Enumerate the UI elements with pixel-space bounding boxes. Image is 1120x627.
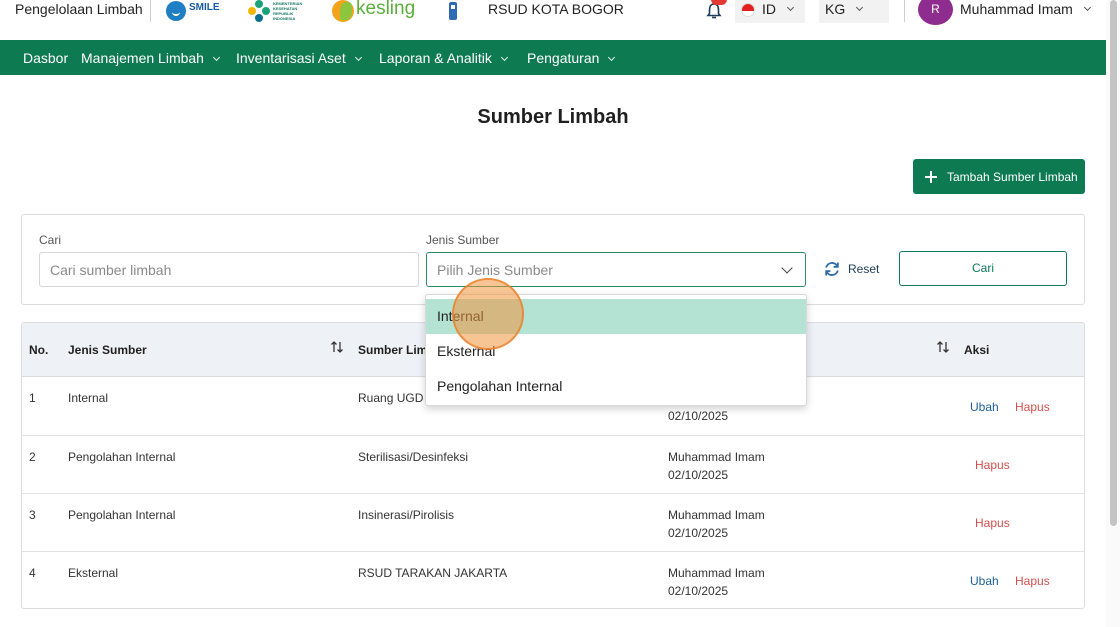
cell-sumber-limbah: Ruang UGD — [358, 391, 424, 405]
source-type-dropdown: Internal Eksternal Pengolahan Internal — [425, 294, 807, 406]
page-root: Pengelolaan Limbah SMILE KEMENTERIAN KES… — [0, 0, 1120, 627]
scrollbar-thumb[interactable] — [1110, 0, 1117, 526]
source-type-select[interactable]: Pilih Jenis Sumber — [426, 252, 806, 287]
delete-button[interactable]: Hapus — [975, 458, 1010, 472]
header-divider — [150, 0, 151, 22]
nav-item-manajemen-limbah[interactable]: Manajemen Limbah — [81, 50, 221, 66]
kesling-logo: kesling — [332, 0, 415, 22]
plus-icon — [925, 170, 937, 183]
nav-item-inventarisasi-aset[interactable]: Inventarisasi Aset — [236, 50, 362, 66]
chevron-down-icon — [500, 53, 508, 62]
hospital-name: RSUD KOTA BOGOR — [488, 1, 624, 17]
dropdown-option-pengolahan-internal[interactable]: Pengolahan Internal — [426, 369, 806, 404]
rsud-logo — [449, 0, 457, 22]
kesling-logo-icon — [332, 0, 354, 22]
cell-jenis-sumber: Pengolahan Internal — [68, 508, 176, 522]
indonesia-flag-icon — [741, 3, 755, 17]
language-selector[interactable]: ID — [735, 0, 805, 23]
reset-button[interactable]: Reset — [823, 258, 879, 280]
table-row: 4 Eksternal RSUD TARAKAN JAKARTA Muhamma… — [22, 552, 1084, 608]
top-header: Pengelolaan Limbah SMILE KEMENTERIAN KES… — [0, 0, 1106, 40]
unit-value: KG — [825, 1, 864, 17]
nav-item-laporan-analitik[interactable]: Laporan & Analitik — [379, 50, 508, 66]
column-header-sumber-limbah: Sumber Limb — [358, 343, 435, 357]
cell-jenis-sumber: Internal — [68, 391, 109, 405]
delete-button[interactable]: Hapus — [975, 516, 1010, 530]
cell-user: Muhammad Imam — [668, 566, 765, 580]
column-header-jenis-sumber: Jenis Sumber — [68, 343, 147, 357]
edit-button[interactable]: Ubah — [970, 574, 999, 588]
header-divider — [904, 0, 905, 22]
column-header-aksi: Aksi — [964, 343, 990, 357]
cell-date: 02/10/2025 — [668, 468, 729, 482]
table-row: 3 Pengolahan Internal Insinerasi/Pirolis… — [22, 494, 1084, 552]
chevron-down-icon — [856, 3, 864, 12]
kemenkes-logo: KEMENTERIAN KESEHATAN REPUBLIK INDONESIA — [248, 0, 303, 22]
cell-sumber-limbah: RSUD TARAKAN JAKARTA — [358, 566, 508, 580]
language-value: ID — [762, 1, 794, 17]
rsud-logo-icon — [449, 2, 457, 20]
notification-badge — [711, 0, 727, 5]
cell-no: 3 — [29, 508, 36, 522]
delete-button[interactable]: Hapus — [1015, 574, 1050, 588]
kesling-logo-text: kesling — [356, 0, 416, 19]
kemenkes-logo-icon — [248, 0, 270, 22]
main-nav: Dasbor Manajemen Limbah Inventarisasi As… — [0, 40, 1106, 75]
app-title: Pengelolaan Limbah — [15, 1, 143, 17]
smile-logo-text: SMILE — [189, 1, 220, 13]
reset-button-label: Reset — [848, 262, 880, 276]
cell-user: Muhammad Imam — [668, 508, 765, 522]
chevron-down-icon — [781, 262, 793, 274]
source-type-label: Jenis Sumber — [426, 233, 500, 247]
cell-date: 02/10/2025 — [668, 584, 729, 598]
nav-item-pengaturan[interactable]: Pengaturan — [527, 50, 616, 66]
search-input[interactable] — [39, 252, 419, 287]
cell-no: 4 — [29, 566, 36, 580]
add-source-button[interactable]: Tambah Sumber Limbah — [913, 159, 1085, 194]
add-source-button-label: Tambah Sumber Limbah — [947, 169, 1078, 184]
smile-logo-icon — [166, 1, 186, 21]
table-row: 2 Pengolahan Internal Sterilisasi/Desinf… — [22, 436, 1084, 494]
cell-no: 2 — [29, 450, 36, 464]
edit-button[interactable]: Ubah — [970, 400, 999, 414]
user-menu[interactable]: Muhammad Imam — [960, 1, 1091, 17]
nav-item-dasbor[interactable]: Dasbor — [23, 50, 68, 66]
cell-date: 02/10/2025 — [668, 409, 729, 423]
unit-selector[interactable]: KG — [819, 0, 889, 23]
avatar[interactable]: R — [918, 0, 953, 25]
chevron-down-icon — [608, 53, 616, 62]
user-name: Muhammad Imam — [960, 1, 1073, 17]
chevron-down-icon — [786, 3, 794, 12]
cell-sumber-limbah: Sterilisasi/Desinfeksi — [358, 450, 469, 464]
cell-jenis-sumber: Pengolahan Internal — [68, 450, 176, 464]
cell-no: 1 — [29, 391, 36, 405]
cell-sumber-limbah: Insinerasi/Pirolisis — [358, 508, 455, 522]
column-header-no: No. — [29, 343, 49, 357]
delete-button[interactable]: Hapus — [1015, 400, 1050, 414]
source-type-placeholder: Pilih Jenis Sumber — [437, 262, 553, 278]
sort-icon[interactable] — [330, 340, 344, 354]
page-title: Sumber Limbah — [477, 106, 629, 128]
chevron-down-icon — [1083, 3, 1091, 12]
search-label: Cari — [39, 233, 62, 247]
dropdown-option-eksternal[interactable]: Eksternal — [426, 334, 806, 369]
smile-logo: SMILE — [166, 0, 220, 22]
kemenkes-logo-text: KEMENTERIAN KESEHATAN REPUBLIK INDONESIA — [273, 1, 303, 21]
sort-icon[interactable] — [936, 340, 950, 354]
cell-jenis-sumber: Eksternal — [68, 566, 119, 580]
cell-date: 02/10/2025 — [668, 526, 729, 540]
refresh-icon — [825, 262, 839, 276]
dropdown-option-internal[interactable]: Internal — [426, 299, 806, 334]
chevron-down-icon — [212, 53, 221, 62]
chevron-down-icon — [354, 53, 362, 62]
search-button[interactable]: Cari — [899, 251, 1067, 286]
cell-user: Muhammad Imam — [668, 450, 765, 464]
